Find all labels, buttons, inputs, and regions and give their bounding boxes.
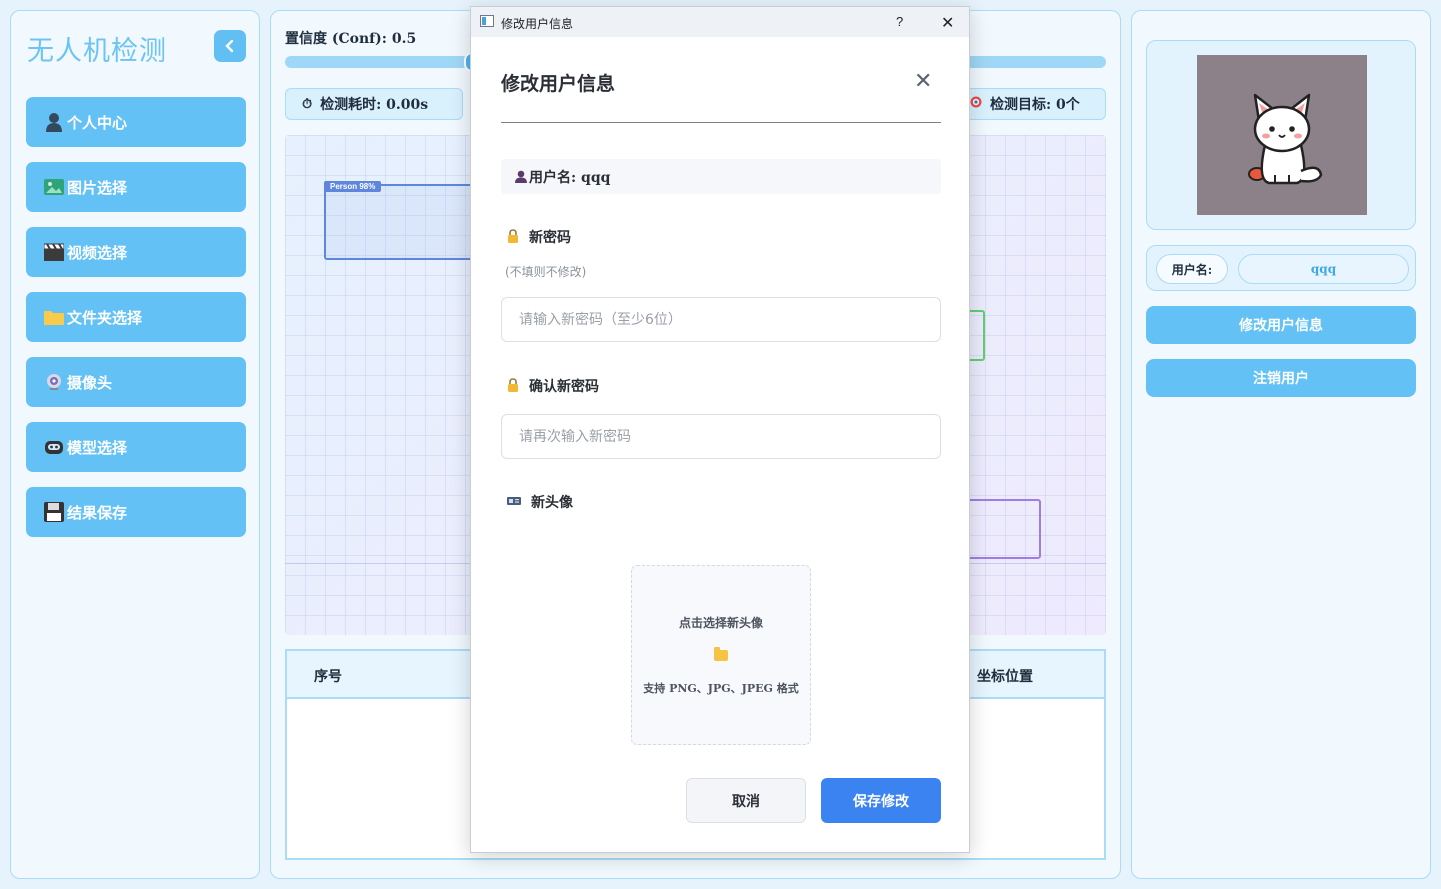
cancel-button[interactable]: 取消 (686, 778, 806, 823)
nav-image-button[interactable]: 图片选择 (26, 162, 246, 212)
confirm-password-input[interactable] (501, 414, 941, 459)
window-title: 修改用户信息 (501, 17, 574, 31)
nav-folder-button[interactable]: 文件夹选择 (26, 292, 246, 342)
new-avatar-label-text: 新头像 (531, 495, 573, 511)
nav-label: 模型选择 (67, 438, 128, 457)
detection-count-box: 检测目标: 0个 (961, 88, 1106, 120)
user-icon (43, 111, 65, 133)
nav-camera-button[interactable]: 摄像头 (26, 357, 246, 407)
folder-icon (714, 647, 728, 661)
logout-button[interactable]: 注销用户 (1146, 359, 1416, 397)
new-password-label-text: 新密码 (529, 230, 571, 246)
nav-label: 文件夹选择 (67, 308, 143, 327)
lock-icon (507, 228, 519, 246)
nav-label: 结果保存 (67, 503, 128, 522)
image-icon (43, 176, 65, 198)
floppy-icon (43, 501, 65, 523)
detection-time-text: 检测耗时: 0.00s (320, 97, 429, 113)
username-label: 用户名: (1156, 254, 1228, 284)
new-password-label: 新密码 (507, 227, 571, 247)
help-button[interactable]: ? (896, 14, 903, 29)
app-title: 无人机检测 (27, 36, 167, 67)
nav-model-button[interactable]: 模型选择 (26, 422, 246, 472)
lock-icon (507, 377, 519, 395)
user-panel: 用户名: qqq 修改用户信息 注销用户 (1131, 10, 1431, 879)
new-avatar-label: 新头像 (507, 492, 573, 512)
clapper-icon (43, 241, 65, 263)
dialog-close-icon[interactable]: ✕ (914, 69, 932, 94)
nav-video-button[interactable]: 视频选择 (26, 227, 246, 277)
nav-save-button[interactable]: 结果保存 (26, 487, 246, 537)
target-icon (970, 96, 982, 112)
upload-prompt: 点击选择新头像 (678, 616, 763, 630)
sidebar: 无人机检测 个人中心 图片选择 视频选择 文件夹选择 摄像头 模型选择 结果保存 (10, 10, 260, 879)
dialog-title: 修改用户信息 (501, 73, 616, 95)
confidence-label: 置信度 (Conf): 0.5 (285, 31, 417, 47)
username-row: 用户名: qqq (1146, 245, 1416, 291)
edit-user-dialog: 修改用户信息 ? ✕ 修改用户信息 ✕ 用户名: qqq 新密码 (不填则不修改… (470, 6, 970, 853)
avatar-card (1146, 40, 1416, 230)
save-changes-button[interactable]: 保存修改 (821, 778, 941, 823)
column-header-coords: 坐标位置 (977, 669, 1033, 685)
window-close-icon[interactable]: ✕ (941, 13, 954, 33)
user-avatar[interactable] (1197, 55, 1367, 215)
upload-formats: 支持 PNG、JPG、JPEG 格式 (643, 682, 799, 695)
avatar-upload-area[interactable]: 点击选择新头像 支持 PNG、JPG、JPEG 格式 (631, 565, 811, 745)
dialog-divider (501, 122, 941, 123)
nav-label: 摄像头 (67, 373, 113, 392)
detection-box-label: Person 98% (324, 181, 382, 192)
nav-label: 视频选择 (67, 243, 128, 262)
nav-label: 图片选择 (67, 178, 128, 197)
webcam-icon (43, 371, 65, 393)
confirm-password-label: 确认新密码 (507, 376, 599, 396)
new-password-hint: (不填则不修改) (505, 265, 587, 279)
current-username-text: 用户名: qqq (529, 169, 611, 186)
column-header-index: 序号 (314, 669, 342, 685)
robot-icon (43, 436, 65, 458)
folder-icon (43, 306, 65, 328)
window-icon (480, 15, 494, 27)
username-value: qqq (1238, 254, 1409, 284)
cat-avatar-image (1248, 93, 1323, 185)
nav-label: 个人中心 (67, 113, 128, 132)
new-password-input[interactable] (501, 297, 941, 342)
stopwatch-icon: ⏱ (302, 96, 313, 112)
nav-profile-button[interactable]: 个人中心 (26, 97, 246, 147)
confirm-password-label-text: 确认新密码 (529, 379, 599, 395)
chevron-left-icon (225, 39, 234, 53)
current-username-box: 用户名: qqq (501, 159, 941, 194)
dialog-titlebar[interactable]: 修改用户信息 ? ✕ (471, 7, 969, 37)
user-icon (515, 170, 527, 183)
collapse-sidebar-button[interactable] (214, 30, 246, 62)
detection-box-person: Person 98% (324, 181, 474, 260)
detection-count-text: 检测目标: 0个 (990, 97, 1080, 113)
id-card-icon (507, 495, 521, 509)
detection-time-box: ⏱ 检测耗时: 0.00s (285, 88, 463, 120)
edit-user-info-button[interactable]: 修改用户信息 (1146, 306, 1416, 344)
